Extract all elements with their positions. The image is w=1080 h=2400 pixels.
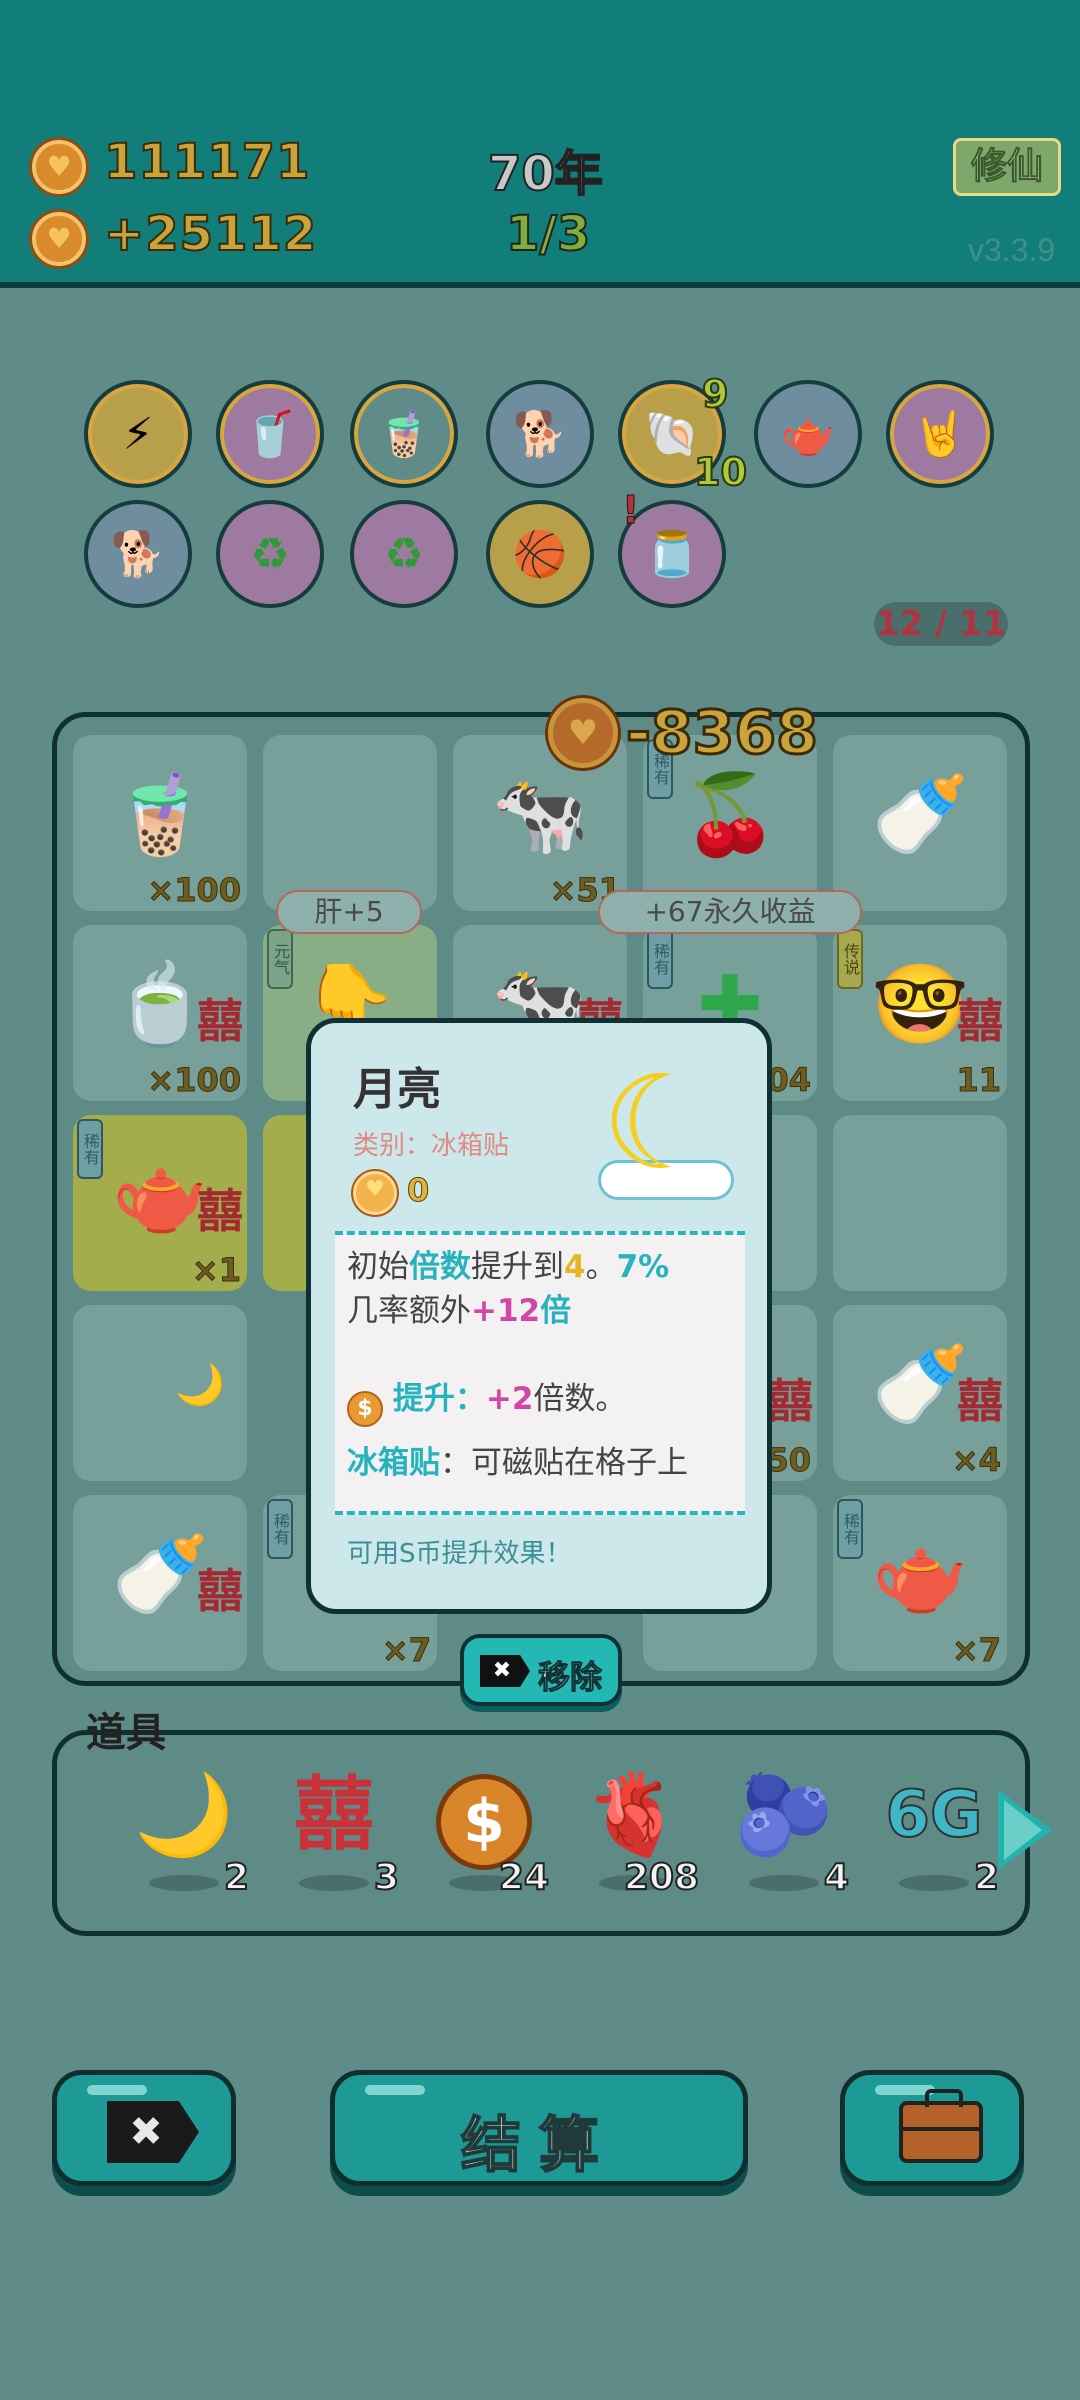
tool-item[interactable]: 🫀 208 (569, 1765, 700, 1915)
tool-item[interactable]: 🌙 2 (119, 1765, 250, 1915)
board-cell[interactable]: 🍵 囍 ×100 (73, 925, 247, 1101)
recycle-icon[interactable]: ♻ (216, 500, 324, 608)
remove-button[interactable]: ✖ 移除 (460, 1634, 622, 1706)
coin-icon (32, 140, 86, 194)
shell-badge-top: 9 (701, 371, 729, 417)
exit-button[interactable]: ✖ (52, 2070, 236, 2186)
item-value: 0 (406, 1171, 430, 1210)
lychee-icon: 🍒 (681, 770, 779, 860)
board-cell[interactable]: 🍼 囍 ×4 (833, 1305, 1007, 1481)
item-title: 月亮 (353, 1064, 441, 1115)
popup-footer: 可用S币提升效果！ (347, 1539, 572, 1569)
board-cell[interactable] (833, 1115, 1007, 1291)
cow-icon: 🐄 (491, 770, 589, 860)
coins-rate: +25112 (103, 205, 318, 263)
settle-button[interactable]: 结算 (330, 2070, 748, 2186)
bubble-tea-icon[interactable]: 🧋 (350, 380, 458, 488)
item-description: 初始倍数提升到4。7% 几率额外+12倍 $ 提升：+2倍数。 冰箱贴：可磁贴在… (335, 1231, 745, 1515)
coin-icon (548, 698, 618, 768)
coin-rate-icon (32, 212, 86, 266)
dog-icon[interactable]: 🐕 (486, 380, 594, 488)
teapot-icon: 🫖 (871, 1530, 969, 1620)
board-cell[interactable]: 🍼 (833, 735, 1007, 911)
coins-total: 111171 (103, 133, 311, 191)
next-arrow-icon[interactable] (998, 1790, 1052, 1870)
year-label: 70年 (487, 145, 604, 203)
alert-icon: ! (621, 488, 640, 533)
double-happiness-icon: 囍 (294, 1768, 374, 1861)
board-cell[interactable]: 传说 🤓 囍 11 (833, 925, 1007, 1101)
board-cell[interactable]: 稀有 🫖 囍 ×1 (73, 1115, 247, 1291)
cultivate-button[interactable]: 修仙 (953, 138, 1061, 196)
tools-panel: 🌙 2 囍 3 $ 24 🫀 208 🫐 4 6G 2 (52, 1730, 1030, 1936)
lightning-icon[interactable]: ⚡ (84, 380, 192, 488)
blueberry-icon: 🫐 (734, 1768, 834, 1861)
board-cell[interactable]: 🧋 ×100 (73, 735, 247, 911)
liver-bubble: 肝+5 (276, 890, 422, 934)
round-label: 1/3 (505, 205, 591, 263)
gravy-boat-icon[interactable]: 🫖 (754, 380, 862, 488)
moon-icon: 🌙 (175, 1362, 225, 1408)
tool-item[interactable]: $ 24 (419, 1765, 550, 1915)
shell-badge-bottom: 10 (693, 449, 748, 495)
board-cell[interactable]: 🌙 (73, 1305, 247, 1481)
recycle-icon-2[interactable]: ♻ (350, 500, 458, 608)
slot-counter: 12 / 11 (874, 602, 1008, 646)
milk-bottle-icon: 🍼 (871, 770, 969, 860)
board-cell[interactable]: 稀有 🫖 ×7 (833, 1495, 1007, 1671)
board-cell[interactable]: 🍼 囍 (73, 1495, 247, 1671)
briefcase-icon (899, 2089, 983, 2163)
tool-item[interactable]: 囍 3 (269, 1765, 400, 1915)
cup-buff-icon[interactable]: 🥤 (216, 380, 324, 488)
board-cell[interactable] (263, 735, 437, 911)
item-detail-popup: 月亮 类别：冰箱贴 0 ☾ 初始倍数提升到4。7% 几率额外+12倍 $ 提升：… (306, 1018, 772, 1614)
tool-item[interactable]: 6G 2 (869, 1765, 1000, 1915)
rock-hand-icon[interactable]: 🤘 (886, 380, 994, 488)
dollar-coin-icon: $ (419, 1765, 549, 1870)
dog-icon-2[interactable]: 🐕 (84, 500, 192, 608)
bag-button[interactable] (840, 2070, 1024, 2186)
basketball-icon[interactable]: 🏀 (486, 500, 594, 608)
bubble-tea-icon: 🧋 (111, 770, 209, 860)
tool-item[interactable]: 🫐 4 (719, 1765, 850, 1915)
income-bubble: +67永久收益 (598, 890, 862, 934)
s-coin-icon: $ (347, 1391, 383, 1427)
item-category: 类别：冰箱贴 (353, 1131, 510, 1161)
moon-icon: 🌙 (134, 1768, 234, 1861)
coin-icon (353, 1171, 397, 1215)
6g-icon: 6G (884, 1777, 983, 1853)
top-bar: 111171 +25112 70年 1/3 修仙 v3.3.9 (0, 0, 1080, 288)
close-icon: ✖ (480, 1655, 530, 1687)
moon-icon: ☾ (601, 1047, 718, 1199)
liver-icon: 🫀 (584, 1768, 684, 1861)
tools-title: 道具 (86, 1710, 166, 1756)
close-icon: ✖ (107, 2101, 199, 2163)
version-label: v3.3.9 (968, 232, 1056, 268)
